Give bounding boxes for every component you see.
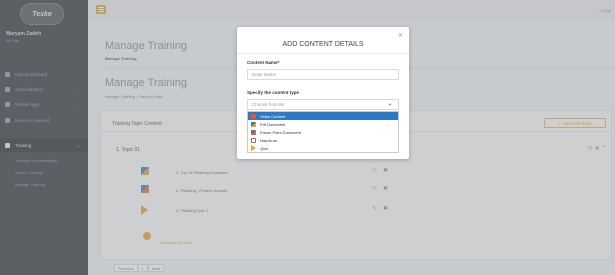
option-power-point-document[interactable]: Power Point Document [248,128,398,136]
quiz-play-icon [251,145,256,151]
content-name-input[interactable]: Enter Name [247,69,399,80]
option-hands-on[interactable]: Hands-on [248,136,398,144]
option-video-content[interactable]: Video Content [248,112,398,120]
content-type-dropdown: Video Content Pdf Document Power Point D… [247,111,399,153]
hands-on-icon [251,137,256,143]
content-name-label: Content Name* [247,60,280,65]
pdf-icon [251,121,256,127]
option-label: Power Point Document [260,129,301,135]
video-icon [251,113,256,119]
modal-divider [237,53,409,54]
select-value: Choose from list [252,102,285,107]
option-label: Hands-on [260,137,278,143]
content-type-select[interactable]: Choose from list ▼ [247,99,399,110]
powerpoint-icon [251,129,256,135]
option-label: Video Content [260,113,286,119]
chevron-down-icon: ▼ [388,102,392,107]
content-type-label: Specify the content type [247,90,300,95]
option-quiz[interactable]: Quiz [248,144,398,152]
option-label: Pdf Document [260,121,286,127]
modal-title: ADD CONTENT DETAILS [282,41,364,48]
option-label: Quiz [260,145,269,151]
option-pdf-document[interactable]: Pdf Document [248,120,398,128]
add-content-modal: ✕ ADD CONTENT DETAILS Content Name* Ente… [237,27,409,159]
close-icon[interactable]: ✕ [398,32,403,39]
